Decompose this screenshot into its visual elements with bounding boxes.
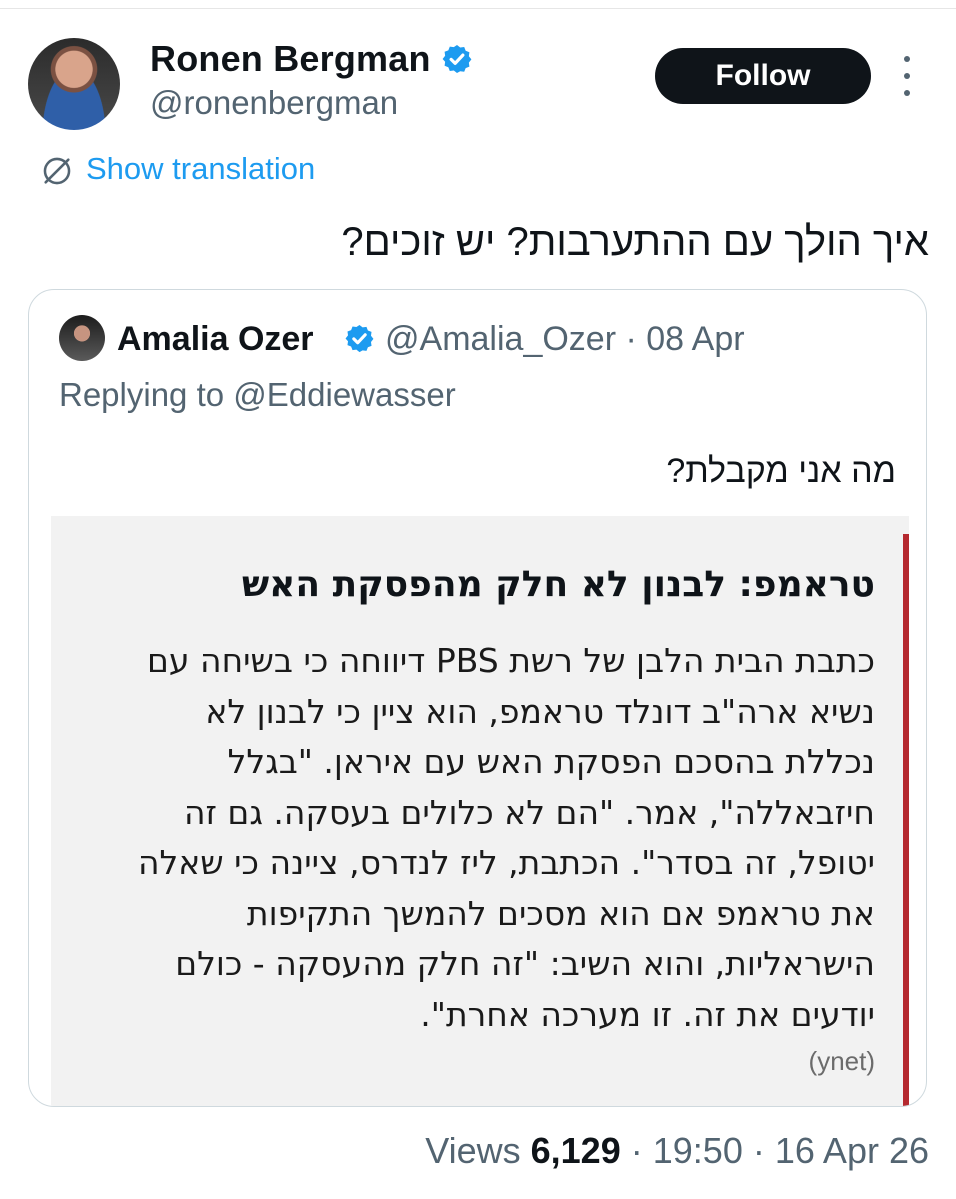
article-line: כתבת הבית הלבן של רשת PBS דיווחה כי בשיח… (147, 641, 875, 680)
replying-to[interactable]: Replying to @Eddiewasser (59, 376, 456, 414)
views-label: Views (425, 1130, 521, 1171)
article-line: הישראליות, והוא השיב: "זה חלק מהעסקה - כ… (175, 944, 875, 983)
article-accent-bar (903, 534, 909, 1106)
article-line: את טראמפ אם הוא מסכים להמשך התקיפות (246, 893, 875, 933)
meta-separator: · (625, 320, 637, 358)
quoted-date[interactable]: 08 Apr (646, 320, 744, 358)
follow-button[interactable]: Follow (655, 48, 871, 104)
article-line: נשיא ארה"ב דונלד טראמפ, הוא ציין כי לבנו… (205, 691, 875, 731)
article-line: נכללת בהסכם הפסקת האש עם איראן. "בגלל (227, 742, 875, 781)
top-divider (0, 8, 956, 9)
author-name[interactable]: Ronen Bergman (150, 38, 431, 80)
article-title: טראמפ: לבנון לא חלק מהפסקת האש (241, 564, 875, 605)
quoted-post-card[interactable]: Amalia Ozer @Amalia_Ozer · 08 Apr Replyi… (28, 289, 927, 1107)
post-text: איך הולך עם ההתערבות? יש זוכים? (341, 220, 929, 264)
author-handle[interactable]: @ronenbergman (150, 84, 398, 122)
post-footer-meta: Views 6,129 · 19:50 · 16 Apr 26 (425, 1130, 929, 1172)
quoted-meta: @Amalia_Ozer · 08 Apr (385, 320, 745, 359)
quoted-post-text: מה אני מקבלת? (666, 452, 896, 490)
article-line: יטופל, זה בסדר". הכתבת, ליז לנדרס, ציינה… (137, 843, 875, 882)
quoted-author-name[interactable]: Amalia Ozer (117, 320, 314, 359)
author-avatar[interactable] (28, 38, 120, 130)
post-date[interactable]: 16 Apr 26 (775, 1130, 929, 1171)
show-translation-link[interactable]: Show translation (86, 151, 315, 187)
quoted-attached-image[interactable]: טראמפ: לבנון לא חלק מהפסקת האש כתבת הבית… (51, 516, 909, 1106)
meta-separator: · (752, 1130, 765, 1171)
translate-globe-icon[interactable] (40, 154, 74, 188)
article-line: חיזבאללה", אמר. "הם לא כלולים בעסקה. גם … (183, 792, 875, 832)
meta-separator: · (630, 1130, 643, 1171)
verified-badge-icon (345, 324, 374, 353)
quoted-author-avatar[interactable] (59, 315, 105, 361)
article-source: (ynet) (808, 1046, 875, 1076)
verified-badge-icon (442, 45, 472, 73)
post-time[interactable]: 19:50 (653, 1130, 743, 1171)
views-count[interactable]: 6,129 (531, 1130, 621, 1171)
article-line: יודעים את זה. זו מערכה אחרת". (420, 994, 875, 1034)
more-options-icon[interactable] (892, 56, 922, 96)
quoted-author-handle[interactable]: @Amalia_Ozer (385, 320, 616, 358)
article-body: כתבת הבית הלבן של רשת PBS דיווחה כי בשיח… (75, 636, 875, 1040)
